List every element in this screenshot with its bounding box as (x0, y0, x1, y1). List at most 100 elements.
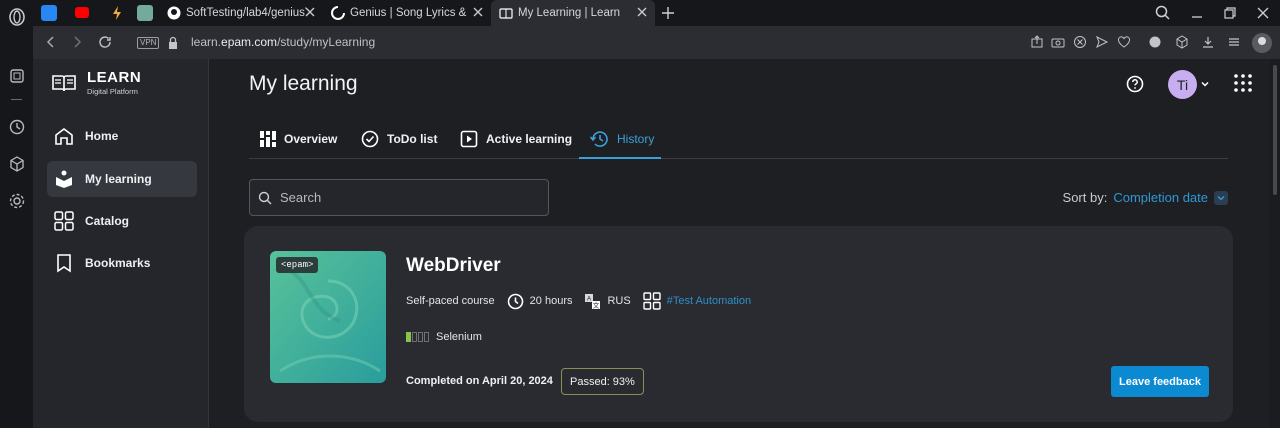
avatar[interactable]: Ti (1168, 70, 1197, 99)
heart-icon[interactable] (1117, 35, 1131, 49)
sidebar-item-label: Home (85, 129, 119, 143)
sort-control[interactable]: Sort by: Completion date (1063, 190, 1228, 205)
tab-label: History (617, 132, 655, 146)
completion-date: Completed on April 20, 2024 (406, 375, 553, 387)
new-tab-icon[interactable] (659, 4, 677, 22)
sort-value[interactable]: Completion date (1113, 190, 1208, 205)
block-icon[interactable] (1073, 35, 1087, 49)
ai-icon[interactable] (8, 67, 26, 85)
search-icon (258, 191, 272, 204)
tab-label: Overview (284, 132, 338, 146)
tab-my-learning[interactable]: My Learning | Learn (491, 0, 655, 26)
catalog-icon (643, 292, 661, 310)
scrollbar-thumb[interactable] (1273, 65, 1277, 195)
book-logo-icon (52, 74, 76, 91)
close-tab-icon[interactable] (471, 5, 485, 19)
sidebar-item-my-learning[interactable]: My learning (47, 161, 197, 197)
tab-label: Active learning (486, 132, 573, 146)
epam-badge: <epam> (276, 257, 319, 273)
close-window-icon[interactable] (1254, 4, 1272, 22)
course-duration: 20 hours (529, 295, 573, 307)
browser-tab-bar: SoftTesting/lab4/geniusTest Genius | Son… (33, 0, 1280, 26)
tab-genius[interactable]: Genius | Song Lyrics & Knowl (323, 0, 491, 26)
share-icon[interactable] (1030, 35, 1044, 49)
tab-github[interactable]: SoftTesting/lab4/geniusTest (159, 0, 323, 26)
search-tabs-icon[interactable] (1154, 4, 1172, 22)
chevron-down-icon[interactable] (1200, 79, 1210, 89)
main-content: My learning Ti Overview ToDo list Active… (210, 59, 1280, 428)
history-icon (589, 131, 608, 147)
course-tag-link[interactable]: #Test Automation (667, 295, 751, 307)
help-icon[interactable] (1126, 75, 1144, 93)
tab-title: SoftTesting/lab4/geniusTest (186, 7, 306, 19)
address-bar: VPN learn.epam.com/study/myLearning (33, 26, 1280, 59)
tab-todo-list[interactable]: ToDo list (361, 125, 437, 153)
camera-icon[interactable] (1051, 35, 1065, 49)
close-tab-icon[interactable] (303, 5, 317, 19)
course-title[interactable]: WebDriver (406, 255, 501, 277)
browser-side-strip (0, 0, 33, 428)
close-tab-icon[interactable] (635, 5, 649, 19)
course-type: Self-paced course (406, 295, 495, 307)
restore-icon[interactable] (1221, 4, 1239, 22)
play-icon (460, 130, 478, 148)
youtube-icon[interactable] (75, 7, 89, 18)
github-icon (167, 6, 181, 20)
vk-icon[interactable] (41, 5, 57, 21)
history-clock-icon[interactable] (8, 118, 26, 136)
search-input[interactable] (278, 189, 528, 206)
url-path: /study/myLearning (277, 35, 376, 49)
url-text[interactable]: learn.epam.com/study/myLearning (191, 35, 375, 49)
sort-label: Sort by: (1062, 190, 1108, 205)
tab-history[interactable]: History (589, 125, 654, 153)
back-icon[interactable] (43, 34, 59, 50)
tab-active-learning[interactable]: Active learning (460, 125, 572, 153)
page-title: My learning (249, 72, 358, 95)
skill-level-segment (406, 332, 411, 342)
course-card[interactable]: <epam> WebDriver Self-paced course 20 ho… (244, 226, 1233, 422)
vpn-badge[interactable]: VPN (137, 37, 160, 49)
forward-icon[interactable] (69, 34, 85, 50)
minimize-icon[interactable] (1188, 4, 1206, 22)
profile-icon[interactable] (1251, 32, 1273, 54)
genius-icon (331, 6, 345, 20)
course-thumbnail[interactable]: <epam> (270, 251, 386, 383)
page-scrollbar[interactable] (1270, 59, 1280, 428)
send-icon[interactable] (1095, 35, 1109, 49)
clock-icon (507, 293, 523, 309)
lock-icon (167, 36, 181, 50)
check-circle-icon (361, 130, 379, 148)
apps-grid-icon[interactable] (1234, 74, 1252, 92)
passed-badge: Passed: 93% (561, 368, 644, 395)
cube-icon[interactable] (1175, 35, 1189, 49)
opera-logo-icon[interactable] (8, 8, 26, 26)
tab-overview[interactable]: Overview (260, 125, 337, 153)
logo-title: LEARN (87, 69, 142, 86)
sidebar-item-home[interactable]: Home (47, 118, 197, 154)
language-icon: A文 (585, 293, 601, 309)
sidebar-item-catalog[interactable]: Catalog (47, 203, 197, 239)
learn-logo[interactable]: LEARN Digital Platform (51, 69, 141, 96)
easy-setup-icon[interactable] (1227, 35, 1241, 49)
reload-icon[interactable] (97, 34, 113, 50)
skill-level-segment (424, 332, 429, 342)
settings-icon[interactable] (8, 192, 26, 210)
logo-subtitle: Digital Platform (87, 87, 138, 96)
extension-icon[interactable] (1148, 35, 1162, 49)
leave-feedback-button[interactable]: Leave feedback (1111, 366, 1209, 397)
svg-text:文: 文 (593, 300, 600, 309)
catalog-icon (54, 211, 74, 231)
download-icon[interactable] (1201, 35, 1215, 49)
sidebar-item-label: Bookmarks (85, 256, 151, 270)
cube-icon[interactable] (8, 155, 26, 173)
tab-label: ToDo list (387, 132, 438, 146)
skill-name: Selenium (436, 331, 482, 343)
search-box[interactable] (249, 179, 549, 216)
bolt-icon[interactable] (109, 5, 125, 21)
chatgpt-icon[interactable] (137, 5, 153, 21)
app-sidebar: LEARN Digital Platform Home My learning … (33, 59, 209, 428)
home-icon (55, 128, 73, 145)
sidebar-item-bookmarks[interactable]: Bookmarks (47, 245, 197, 281)
my-learning-icon (56, 170, 72, 188)
chevron-down-icon[interactable] (1214, 190, 1228, 205)
